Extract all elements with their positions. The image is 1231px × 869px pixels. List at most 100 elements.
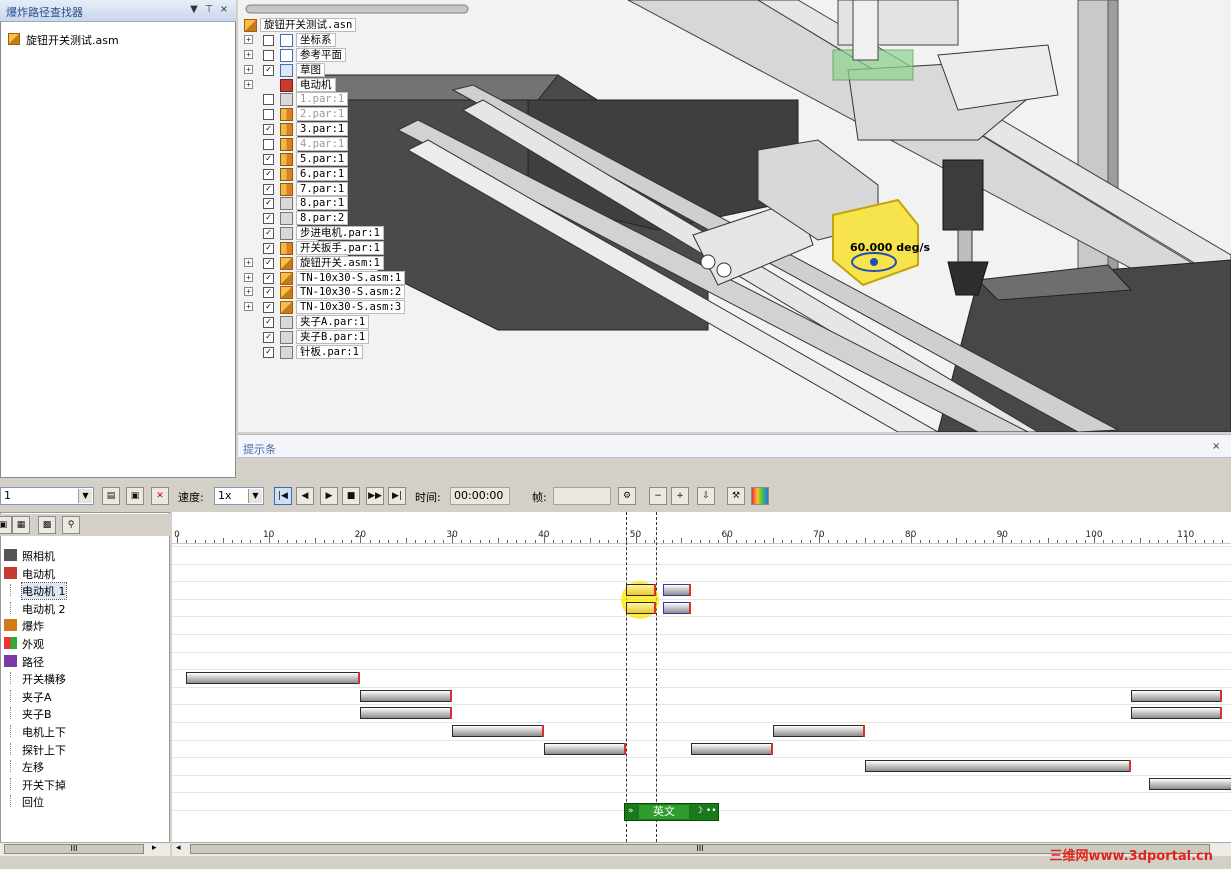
visibility-checkbox[interactable]: ✓ bbox=[263, 153, 274, 165]
timeline-segment[interactable] bbox=[1130, 689, 1223, 702]
track-list-scrollbar[interactable]: III ▸ bbox=[0, 842, 170, 856]
timeline-segment[interactable] bbox=[663, 584, 691, 597]
expand-icon[interactable]: + bbox=[244, 79, 253, 89]
stop-icon[interactable]: ■ bbox=[342, 487, 360, 505]
track-find-icon[interactable]: ⚲ bbox=[62, 516, 80, 534]
track-item[interactable]: 外观 bbox=[0, 634, 165, 652]
timeline-ruler[interactable]: 0102030405060708090100110 bbox=[172, 512, 1231, 544]
visibility-checkbox[interactable] bbox=[263, 138, 274, 150]
path-finder-header: 爆炸路径查找器 ▼ ⊤ × bbox=[0, 0, 236, 22]
language-popup[interactable]: » 英文 ☽ •• bbox=[624, 803, 719, 821]
track-item[interactable]: 电动机 2 bbox=[0, 599, 165, 617]
visibility-checkbox[interactable]: ✓ bbox=[263, 198, 274, 210]
track-item[interactable]: 电动机 1 bbox=[0, 581, 165, 601]
time-marker-line[interactable] bbox=[626, 512, 628, 842]
visibility-checkbox[interactable]: ✓ bbox=[263, 302, 274, 314]
animation-select[interactable]: 1 ▼ bbox=[0, 487, 94, 505]
panel-menu-button[interactable]: ▼ bbox=[188, 4, 200, 16]
new-animation-icon[interactable]: ▤ bbox=[102, 487, 120, 505]
timeline-segment[interactable] bbox=[1149, 777, 1231, 790]
skip-to-end-icon[interactable]: ▶| bbox=[388, 487, 406, 505]
expand-icon[interactable]: + bbox=[244, 64, 253, 74]
time-marker-line[interactable] bbox=[655, 512, 657, 842]
visibility-checkbox[interactable]: ✓ bbox=[263, 124, 274, 136]
tree-item-label: 针板.par:1 bbox=[296, 344, 363, 359]
visibility-checkbox[interactable]: ✓ bbox=[263, 242, 274, 254]
timeline-segment[interactable] bbox=[626, 584, 657, 597]
zoom-in-icon[interactable]: + bbox=[671, 487, 689, 505]
visibility-checkbox[interactable]: ✓ bbox=[263, 257, 274, 269]
track-item[interactable]: 探针上下 bbox=[0, 740, 165, 758]
track-item[interactable]: 左移 bbox=[0, 757, 165, 775]
speed-select[interactable]: 1x ▼ bbox=[214, 487, 264, 505]
delete-animation-icon[interactable]: ✕ bbox=[151, 487, 169, 505]
track-item[interactable]: 夹子A bbox=[0, 687, 165, 705]
timeline-segment[interactable] bbox=[663, 601, 691, 614]
timeline-segment[interactable] bbox=[1130, 707, 1223, 720]
visibility-checkbox[interactable] bbox=[263, 49, 274, 61]
expand-icon[interactable]: + bbox=[244, 257, 253, 267]
timeline-segment[interactable] bbox=[626, 601, 657, 614]
track-item[interactable]: 开关横移 bbox=[0, 669, 165, 687]
timeline-segment[interactable] bbox=[690, 742, 774, 755]
visibility-checkbox[interactable]: ✓ bbox=[263, 168, 274, 180]
frame-field[interactable] bbox=[553, 487, 611, 505]
track-add-icon[interactable]: ▣ bbox=[0, 516, 12, 534]
scroll-left-icon[interactable]: ◂ bbox=[176, 843, 181, 853]
visibility-checkbox[interactable] bbox=[263, 94, 274, 106]
rotation-speed-label: 60.000 deg/s bbox=[850, 241, 931, 254]
timeline-segment[interactable] bbox=[543, 742, 627, 755]
track-item[interactable]: 夹子B bbox=[0, 704, 165, 722]
scroll-thumb[interactable]: III bbox=[4, 844, 144, 854]
visibility-checkbox[interactable]: ✓ bbox=[263, 228, 274, 240]
track-item[interactable]: 开关下掉 bbox=[0, 775, 165, 793]
track-item[interactable]: 照相机 bbox=[0, 546, 165, 564]
visibility-checkbox[interactable]: ✓ bbox=[263, 272, 274, 284]
rewind-to-start-icon[interactable]: |◀ bbox=[274, 487, 292, 505]
visibility-checkbox[interactable] bbox=[263, 109, 274, 121]
step-forward-icon[interactable]: ▶▶ bbox=[366, 487, 384, 505]
visibility-checkbox[interactable]: ✓ bbox=[263, 287, 274, 299]
3d-viewport[interactable]: 60.000 deg/s bbox=[238, 0, 1231, 432]
track-filter-icon[interactable]: ▩ bbox=[38, 516, 56, 534]
tools-icon[interactable]: ⚒ bbox=[727, 487, 745, 505]
expand-icon[interactable]: + bbox=[244, 49, 253, 59]
track-item[interactable]: 路径 bbox=[0, 652, 165, 670]
expand-icon[interactable]: + bbox=[244, 272, 253, 282]
hint-bar-close-icon[interactable]: × bbox=[1212, 441, 1224, 452]
play-icon[interactable]: ▶ bbox=[320, 487, 338, 505]
save-animation-icon[interactable]: ▣ bbox=[126, 487, 144, 505]
visibility-checkbox[interactable]: ✓ bbox=[263, 317, 274, 329]
time-field[interactable]: 00:00:00 bbox=[450, 487, 510, 505]
pin-button[interactable]: ⊤ bbox=[203, 4, 215, 16]
track-item[interactable]: 回位 bbox=[0, 792, 165, 810]
visibility-checkbox[interactable] bbox=[263, 35, 274, 46]
expand-icon[interactable]: + bbox=[244, 287, 253, 297]
fit-icon[interactable]: ⇩ bbox=[697, 487, 715, 505]
timeline-segment[interactable] bbox=[452, 725, 544, 737]
ruler-tick bbox=[965, 540, 967, 543]
timeline-segment[interactable] bbox=[864, 760, 1131, 773]
timeline-segment[interactable] bbox=[360, 689, 453, 702]
scroll-right-icon[interactable]: ▸ bbox=[152, 843, 157, 853]
visibility-checkbox[interactable]: ✓ bbox=[263, 346, 274, 358]
settings-icon[interactable]: ⚙ bbox=[618, 487, 636, 505]
close-panel-button[interactable]: × bbox=[218, 4, 230, 16]
visibility-checkbox[interactable]: ✓ bbox=[263, 332, 274, 343]
track-edit-icon[interactable]: ▦ bbox=[12, 516, 30, 534]
track-item[interactable]: 电机上下 bbox=[0, 722, 165, 740]
expand-icon[interactable]: + bbox=[244, 302, 253, 312]
zoom-out-icon[interactable]: − bbox=[649, 487, 667, 505]
timeline-segment[interactable] bbox=[186, 672, 361, 685]
visibility-checkbox[interactable]: ✓ bbox=[263, 183, 274, 195]
timeline-segment[interactable] bbox=[360, 707, 453, 720]
track-item[interactable]: 电动机 bbox=[0, 564, 165, 582]
visibility-checkbox[interactable]: ✓ bbox=[263, 213, 274, 225]
track-item[interactable]: 爆炸 bbox=[0, 616, 165, 634]
expand-icon[interactable]: + bbox=[244, 35, 253, 44]
play-reverse-icon[interactable]: ◀ bbox=[296, 487, 314, 505]
color-palette-icon[interactable] bbox=[751, 487, 769, 505]
ruler-tick bbox=[332, 540, 334, 543]
visibility-checkbox[interactable]: ✓ bbox=[263, 64, 274, 76]
timeline-segment[interactable] bbox=[773, 725, 865, 737]
